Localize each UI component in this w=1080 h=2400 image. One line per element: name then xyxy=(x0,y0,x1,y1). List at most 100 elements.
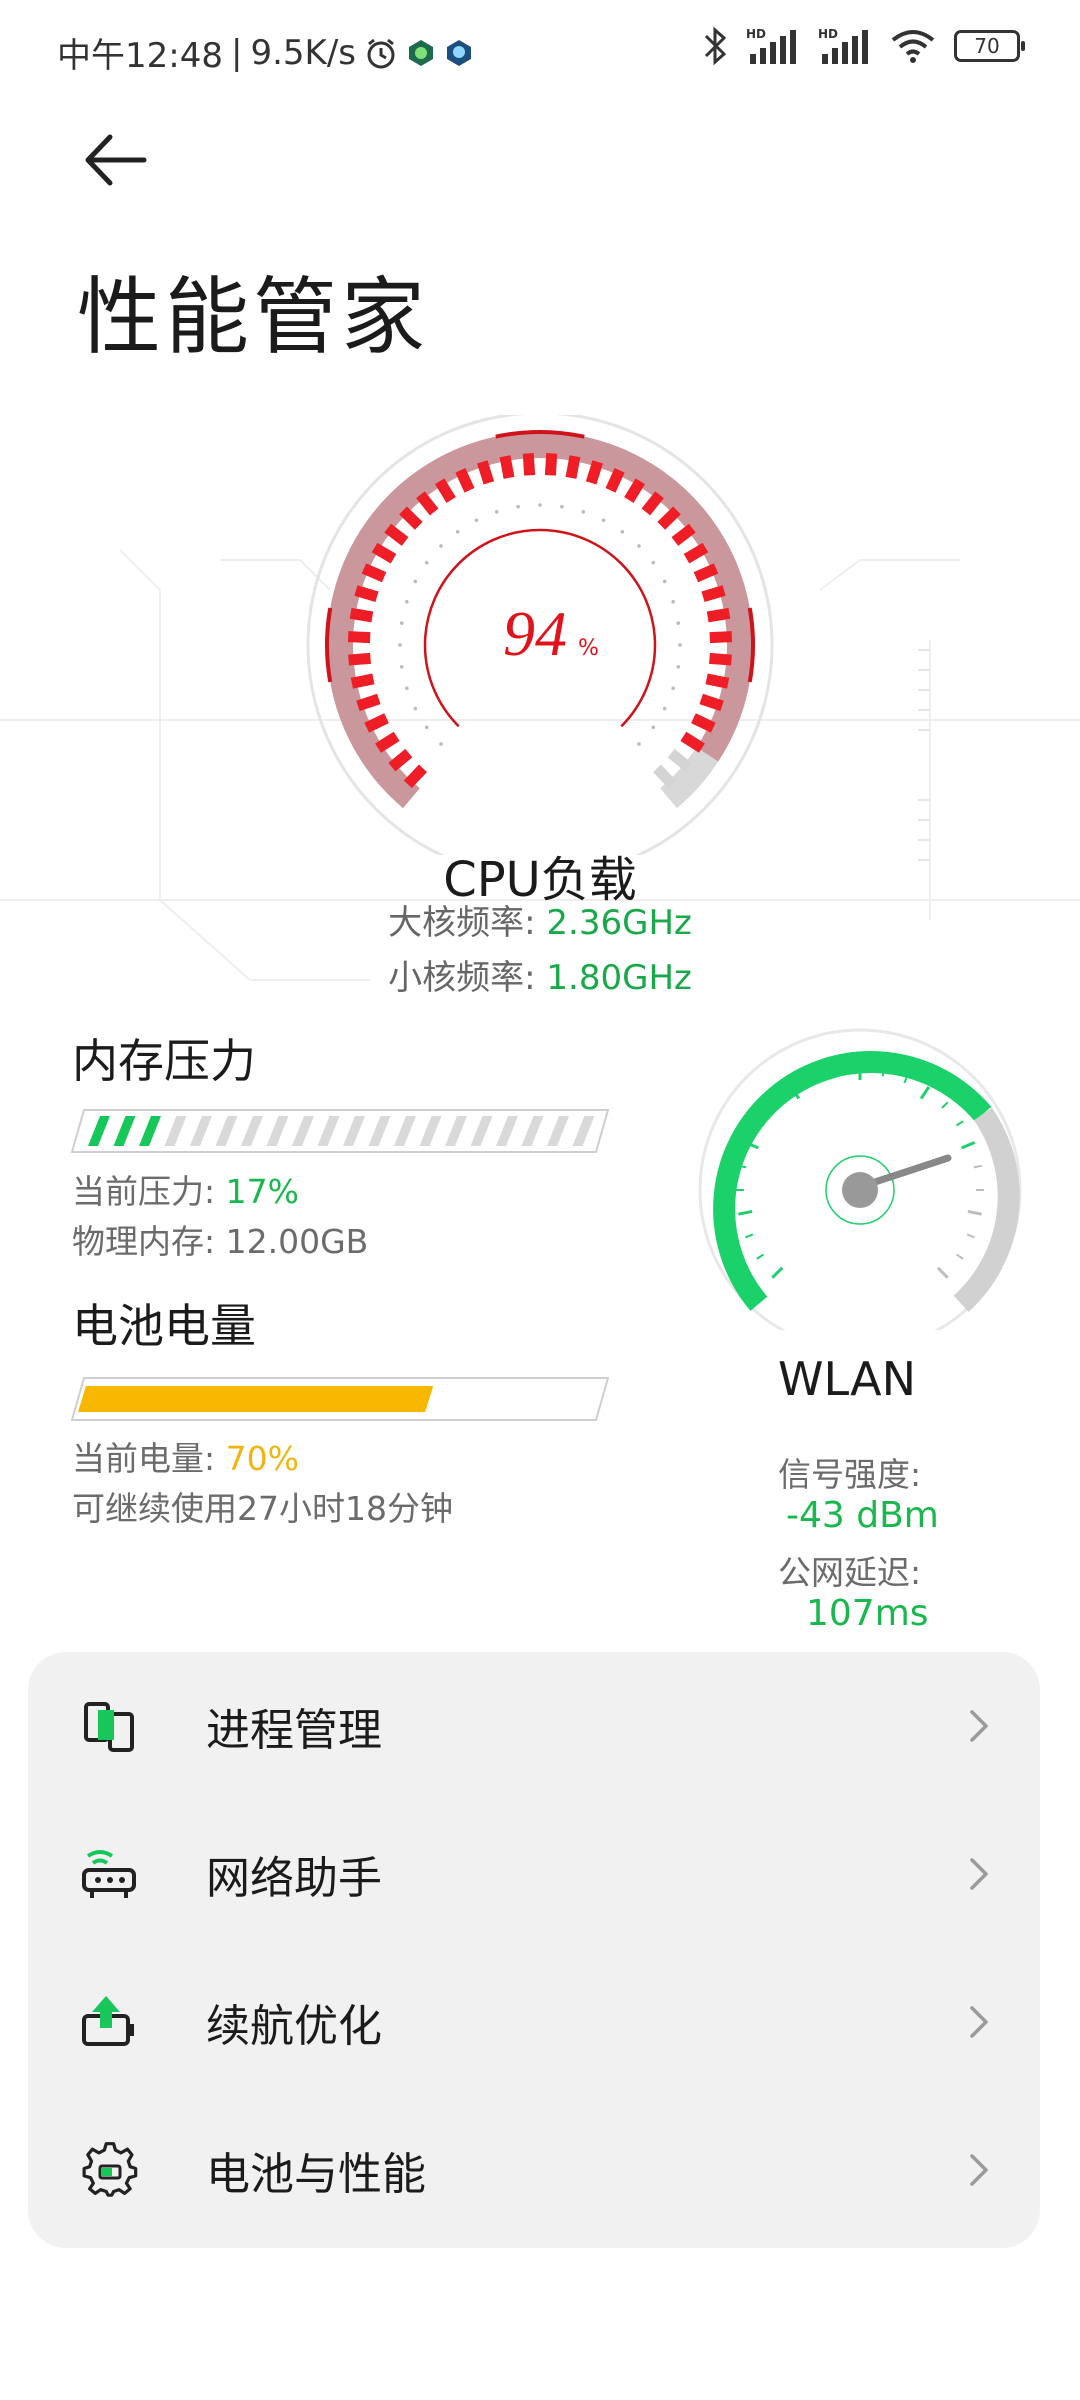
status-time: 中午12:48 xyxy=(57,36,223,76)
svg-text:HD: HD xyxy=(746,27,766,41)
cpu-gauge-dot xyxy=(671,599,675,604)
cpu-gauge-dot xyxy=(601,518,606,523)
menu-item-endurance-optimization[interactable]: 续航优化 xyxy=(28,1948,1040,2096)
cpu-gauge-segment xyxy=(709,631,733,644)
battery-boost-icon xyxy=(82,1996,134,2046)
cpu-gauge-segment xyxy=(388,748,413,772)
physical-memory-info: 物理内存: 12.00GB xyxy=(72,1215,368,1263)
battery-tip xyxy=(1021,41,1025,51)
cpu-gauge-dot xyxy=(439,742,443,746)
cpu-gauge-segment xyxy=(641,491,664,516)
big-core-label: 大核频率: xyxy=(388,903,536,943)
cpu-gauge-segment xyxy=(565,455,581,479)
cpu-gauge-dot xyxy=(516,504,520,509)
battery-level-title: 电池电量 xyxy=(72,1299,256,1353)
battery-remaining-time: 可继续使用27小时18分钟 xyxy=(72,1489,453,1528)
cpu-gauge-dot xyxy=(651,725,656,730)
cpu-gauge-dot xyxy=(620,529,625,534)
cpu-gauge-segment xyxy=(544,453,558,476)
back-arrow-icon[interactable] xyxy=(82,125,152,195)
cpu-gauge-dot xyxy=(651,560,656,565)
cpu-load-value: 94 xyxy=(503,598,567,669)
wlan-gauge-tick xyxy=(738,1209,753,1216)
cpu-gauge-segment xyxy=(371,542,397,564)
cpu-gauge-dot xyxy=(678,643,682,647)
cpu-gauge-dot xyxy=(474,518,479,523)
cpu-gauge-dot xyxy=(676,665,681,669)
svg-text:HD: HD xyxy=(818,27,838,41)
chevron-right-icon xyxy=(970,1710,988,1742)
alarm-icon xyxy=(367,38,395,68)
wlan-gauge-tick xyxy=(745,1233,754,1239)
cpu-gauge-segment xyxy=(683,542,709,564)
cpu-gauge-dot xyxy=(399,621,404,625)
battery-level-text: 70 xyxy=(974,34,1000,58)
menu-item-label: 电池与性能 xyxy=(206,2149,426,2200)
cpu-gauge-dot xyxy=(494,510,499,514)
cpu-load-gauge: 94 % xyxy=(306,415,774,855)
cpu-gauge-segment xyxy=(701,585,726,602)
wlan-gauge-tick xyxy=(973,1164,982,1169)
wlan-gauge-tick xyxy=(771,1266,784,1279)
cpu-gauge-segment xyxy=(706,607,731,623)
cpu-gauge-segment xyxy=(653,764,677,789)
latency-value: 107ms xyxy=(806,1593,929,1634)
menu-item-process-management[interactable]: 进程管理 xyxy=(28,1652,1040,1800)
status-speed: 9.5K/s xyxy=(250,32,356,73)
cpu-gauge-segment xyxy=(350,673,375,689)
battery-indicator: 70 xyxy=(954,30,1025,62)
signal-hd-icon-2: HD xyxy=(818,27,868,64)
cpu-load-unit: % xyxy=(578,636,599,661)
cpu-gauge-dot xyxy=(560,504,564,509)
memory-pressure-info: 当前压力: 17% xyxy=(72,1165,299,1213)
cpu-gauge-dot xyxy=(662,579,667,584)
battery-level-fill xyxy=(78,1386,434,1412)
physical-memory-value: 12.00GB xyxy=(225,1222,369,1261)
app-notification-icon xyxy=(409,39,433,66)
memory-pressure-value: 17% xyxy=(225,1172,299,1211)
cpu-gauge-dot xyxy=(405,599,409,604)
menu-item-battery-performance[interactable]: 电池与性能 xyxy=(28,2096,1040,2244)
signal-strength-label: 信号强度: xyxy=(778,1455,922,1494)
cpu-gauge-segment xyxy=(667,748,692,772)
cpu-gauge-segment xyxy=(705,673,730,689)
wlan-gauge-tick xyxy=(955,1120,964,1127)
battery-level-info: 当前电量: 70% xyxy=(72,1432,299,1480)
cpu-gauge-dot xyxy=(424,560,429,565)
status-right: HD HD 70 xyxy=(702,26,1025,66)
menu-item-label: 网络助手 xyxy=(206,1853,382,1904)
cpu-gauge-dot xyxy=(662,706,667,711)
feature-menu: 进程管理 网络助手 续航优化 电池与性能 xyxy=(28,1652,1040,2248)
cpu-gauge-dot xyxy=(439,544,443,548)
cpu-gauge-segment xyxy=(699,693,724,712)
process-icon xyxy=(84,1702,134,1752)
router-icon xyxy=(82,1850,136,1898)
wlan-label: WLAN xyxy=(778,1352,917,1406)
cpu-gauge-segment xyxy=(605,468,625,493)
big-core-frequency: 大核频率: 2.36GHz xyxy=(0,895,1080,944)
menu-item-label: 续航优化 xyxy=(206,2001,382,2052)
cpu-gauge-segment xyxy=(585,460,603,485)
wlan-gauge-tick xyxy=(919,1086,931,1100)
small-core-label: 小核频率: xyxy=(388,958,536,998)
cpu-gauge-dot xyxy=(676,621,681,625)
cpu-gauge-segment xyxy=(434,478,456,503)
cpu-gauge-dot xyxy=(413,579,418,584)
wifi-icon xyxy=(891,30,935,63)
cpu-gauge-segment xyxy=(680,731,705,753)
cpu-gauge-dot xyxy=(405,686,409,691)
cpu-gauge-segment xyxy=(477,460,495,485)
menu-item-network-assistant[interactable]: 网络助手 xyxy=(28,1800,1040,1948)
wlan-gauge-tick xyxy=(966,1233,975,1239)
cpu-gauge-segment xyxy=(522,453,536,476)
chevron-right-icon xyxy=(970,2154,988,2186)
cpu-gauge-dot xyxy=(399,665,404,669)
latency-label: 公网延迟: xyxy=(778,1553,922,1592)
menu-item-label: 进程管理 xyxy=(206,1705,382,1756)
physical-memory-label: 物理内存: xyxy=(72,1222,216,1261)
memory-pressure-bar xyxy=(70,1109,610,1153)
cpu-gauge-dot xyxy=(581,510,586,514)
battery-level-label: 当前电量: xyxy=(72,1439,216,1478)
battery-level-bar xyxy=(70,1377,610,1421)
cpu-gauge-segment xyxy=(347,631,371,644)
